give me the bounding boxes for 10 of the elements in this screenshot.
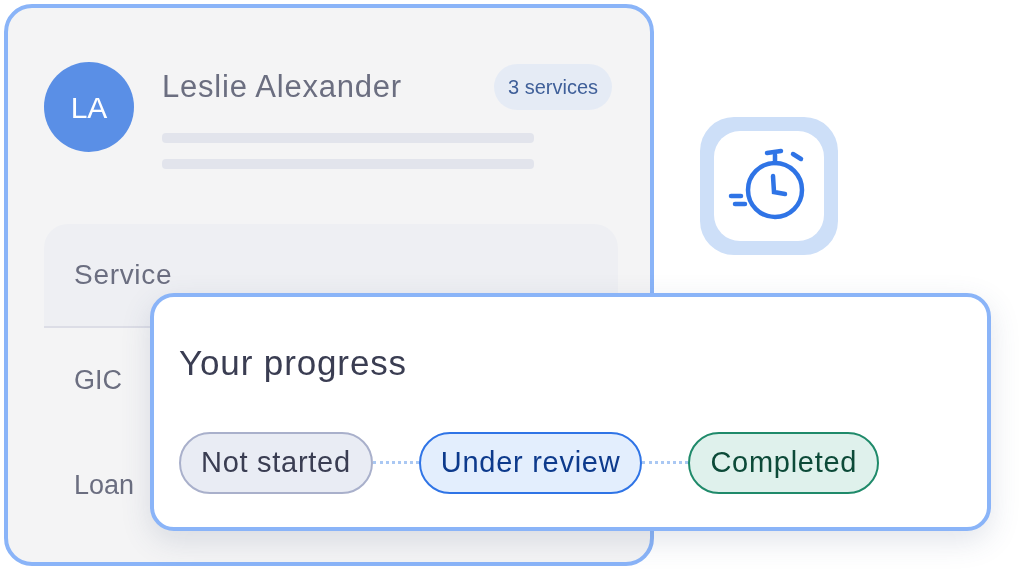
customer-name: Leslie Alexander	[162, 68, 402, 106]
status-pill: Completed	[688, 431, 880, 494]
column-header: Service	[74, 257, 173, 292]
status-pill: Not started	[179, 431, 373, 494]
progress-title: Your progress	[179, 342, 408, 384]
avatar: LA	[44, 62, 134, 152]
services-badge: 3 services	[493, 64, 612, 111]
table-cell-text: GIC	[74, 363, 122, 397]
status-pill: Under review	[418, 431, 643, 494]
table-cell-text: Loan	[74, 468, 135, 502]
